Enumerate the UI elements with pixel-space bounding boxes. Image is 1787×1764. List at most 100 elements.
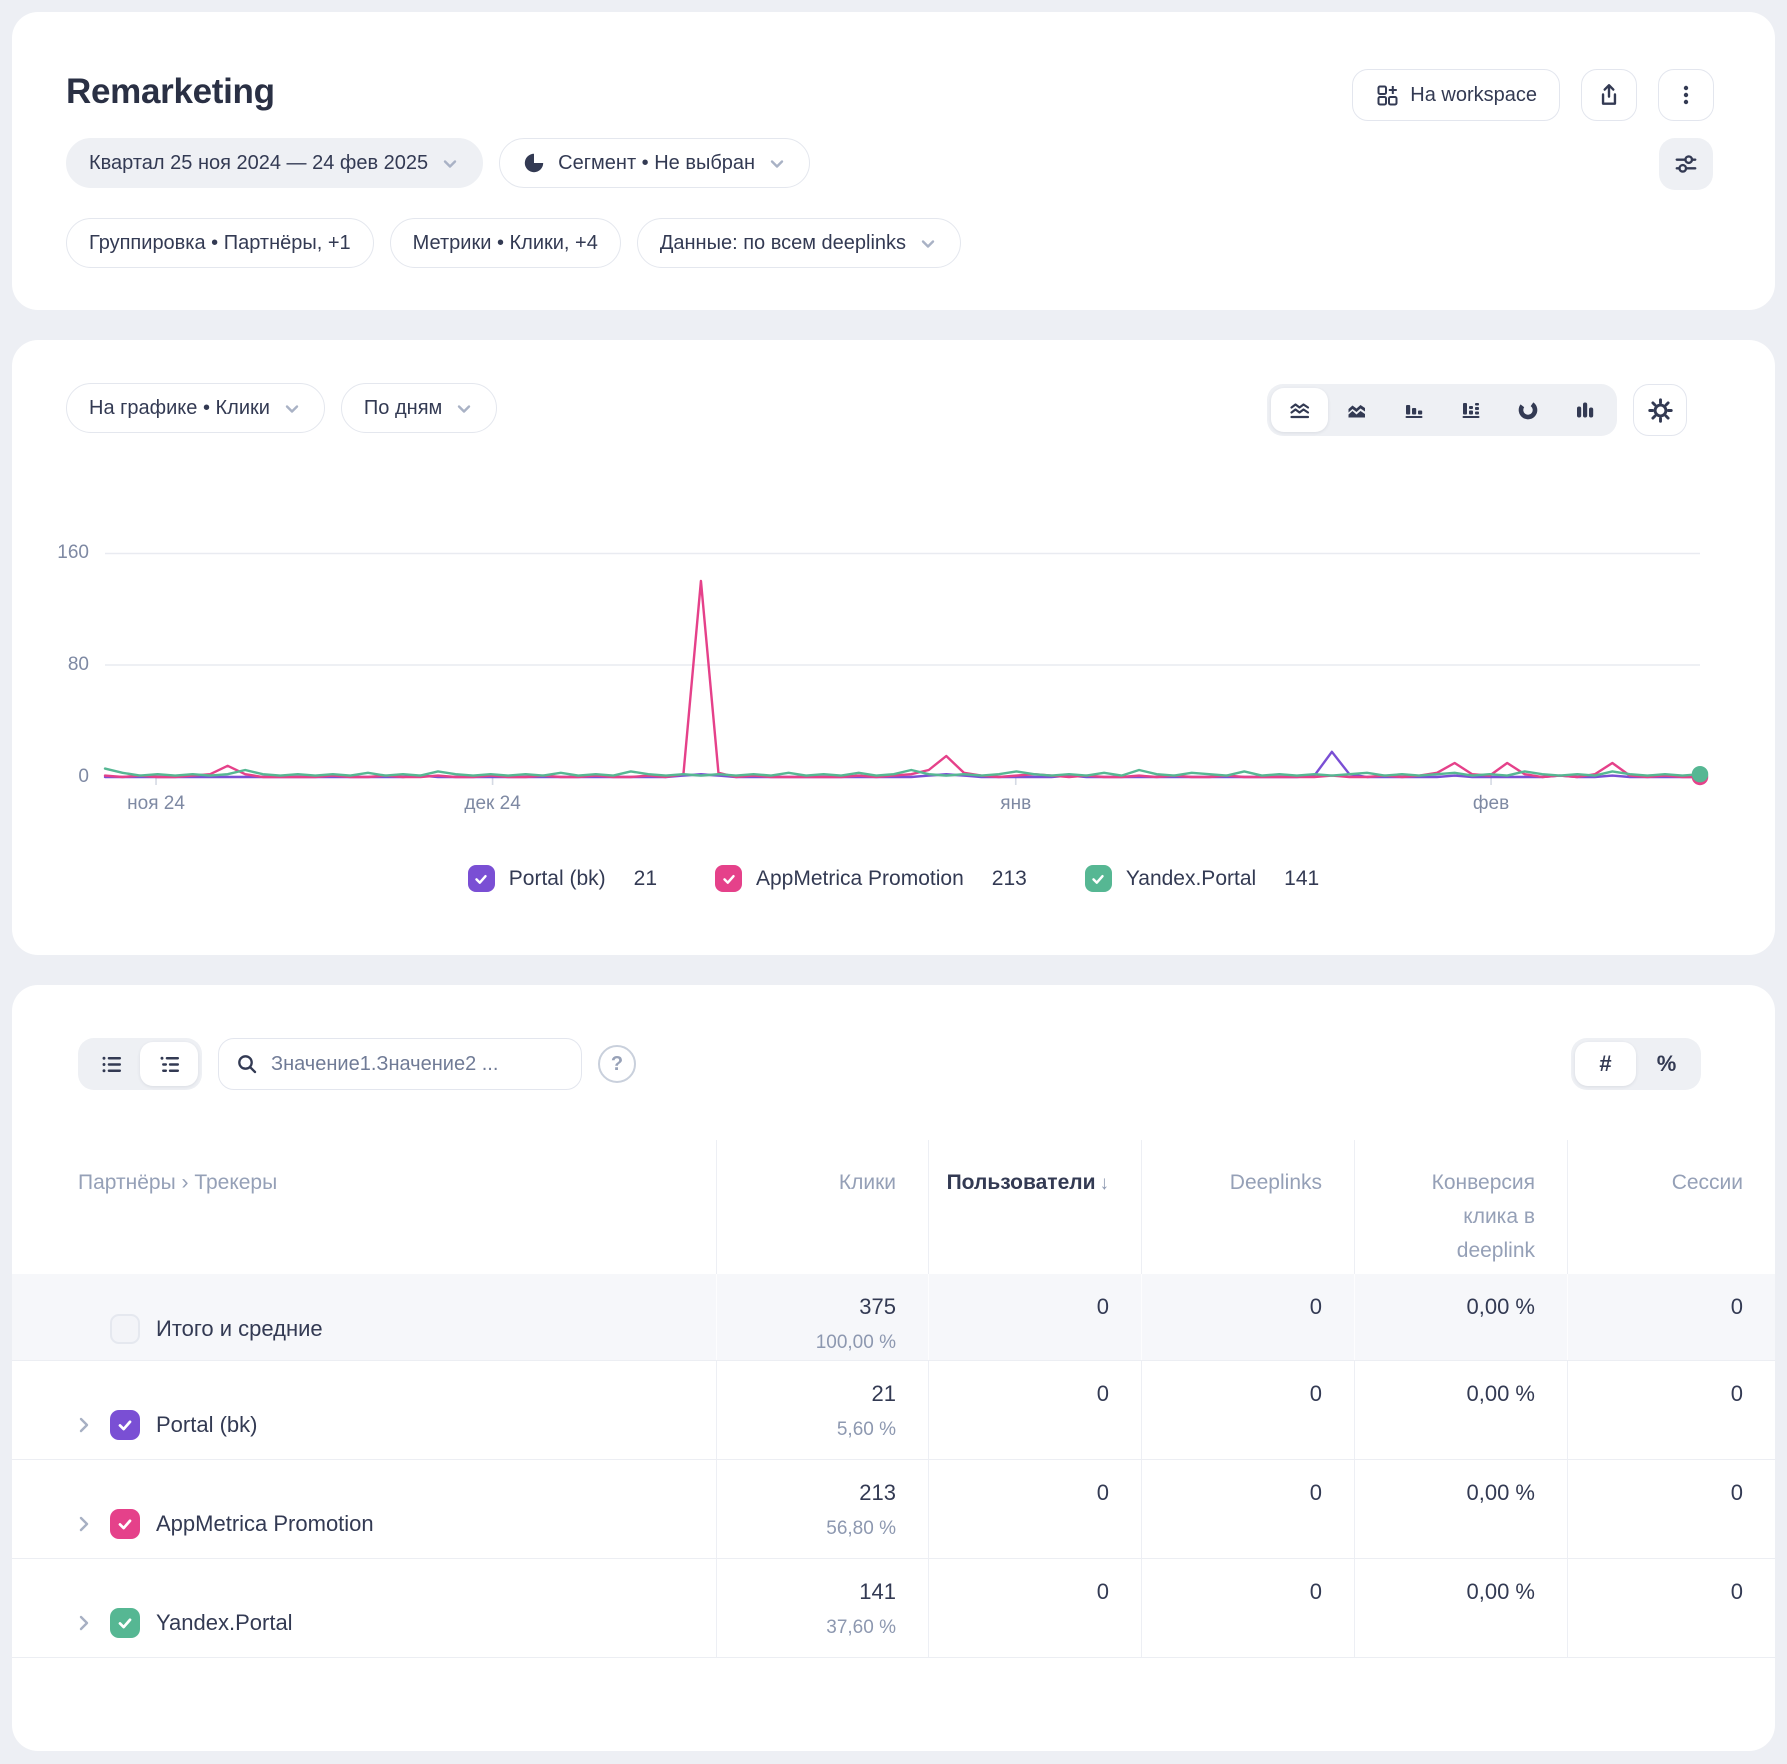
filter-settings-button[interactable] [1659, 138, 1713, 190]
search-icon [235, 1052, 259, 1076]
segment-pie-icon [522, 151, 546, 175]
x-tick-label: фев [1473, 793, 1509, 815]
absolute-values-button[interactable]: # [1575, 1042, 1636, 1086]
chart-type-bar-button[interactable] [1385, 388, 1442, 432]
column-header-clicks[interactable]: Клики [716, 1140, 928, 1274]
chart-controls: На графике • Клики По дням [66, 383, 497, 433]
table-view-switcher [78, 1038, 202, 1090]
table-row-totals: Итого и средние 375100,00 % 0 0 0,00 % 0 [12, 1274, 1775, 1360]
row-name[interactable]: Portal (bk) [156, 1412, 257, 1438]
column-header-users[interactable]: Пользователи↓ [928, 1140, 1141, 1274]
data-scope-label: Данные: по всем deeplinks [660, 232, 906, 255]
x-tick-label: янв [1000, 793, 1031, 815]
clicks-percent: 56,80 % [717, 1518, 896, 1540]
chart-granularity-chip[interactable]: По дням [341, 383, 497, 433]
chart-type-stacked-bar-button[interactable] [1442, 388, 1499, 432]
metrics-label: Метрики • Клики, +4 [413, 232, 598, 255]
kebab-menu-icon [1674, 83, 1698, 107]
percent-values-button[interactable]: % [1636, 1042, 1697, 1086]
share-button[interactable] [1581, 69, 1637, 121]
grouping-label: Группировка • Партнёры, +1 [89, 232, 351, 255]
tree-list-view-button[interactable] [140, 1042, 198, 1086]
workspace-button[interactable]: На workspace [1352, 69, 1560, 121]
period-chip[interactable]: Квартал 25 ноя 2024 — 24 фев 2025 [66, 138, 483, 188]
legend-checkbox-yandex-portal[interactable] [1085, 865, 1112, 892]
help-button[interactable]: ? [598, 1045, 636, 1083]
add-to-workspace-icon [1375, 83, 1399, 107]
conversion-value: 0,00 % [1354, 1274, 1567, 1360]
sessions-value: 0 [1567, 1460, 1775, 1558]
bar-chart-icon [1402, 398, 1426, 422]
legend-checkbox-portal[interactable] [468, 865, 495, 892]
search-input[interactable] [271, 1053, 565, 1076]
data-scope-chip[interactable]: Данные: по всем deeplinks [637, 218, 961, 268]
column-header-conversion[interactable]: Конверсия клика в deeplink [1354, 1140, 1567, 1274]
column-header-partners-trackers[interactable]: Партнёры › Трекеры [12, 1140, 716, 1274]
legend-label: Yandex.Portal [1126, 867, 1256, 891]
legend-value: 213 [992, 867, 1027, 891]
totals-checkbox[interactable] [110, 1314, 140, 1344]
row-name[interactable]: AppMetrica Promotion [156, 1511, 374, 1537]
filter-row-2: Группировка • Партнёры, +1 Метрики • Кли… [66, 218, 961, 268]
column-header-deeplinks[interactable]: Deeplinks [1141, 1140, 1354, 1274]
clicks-value: 375 [717, 1294, 896, 1320]
deeplinks-value: 0 [1141, 1361, 1354, 1459]
legend-label: AppMetrica Promotion [756, 867, 964, 891]
percent-icon: % [1657, 1051, 1677, 1077]
y-axis-tick: 0 [78, 766, 89, 788]
grouping-chip[interactable]: Группировка • Партнёры, +1 [66, 218, 374, 268]
expand-row-icon[interactable] [72, 1512, 110, 1536]
chart-type-area-button[interactable] [1328, 388, 1385, 432]
clicks-percent: 5,60 % [717, 1419, 896, 1441]
legend-item-portal[interactable]: Portal (bk) 21 [468, 865, 657, 892]
more-menu-button[interactable] [1658, 69, 1714, 121]
expand-row-icon[interactable] [72, 1413, 110, 1437]
chart-metric-label: На графике • Клики [89, 397, 270, 420]
conversion-value: 0,00 % [1354, 1460, 1567, 1558]
column-header-sessions[interactable]: Сессии [1567, 1140, 1775, 1274]
legend-item-yandex-portal[interactable]: Yandex.Portal 141 [1085, 865, 1319, 892]
header-actions: На workspace [1352, 69, 1714, 121]
line-chart: 160 80 0 ноя 24дек 24янвфев [105, 553, 1700, 777]
clicks-value: 21 [717, 1381, 896, 1407]
hash-icon: # [1599, 1051, 1611, 1077]
filter-row-1: Квартал 25 ноя 2024 — 24 фев 2025 Сегмен… [66, 138, 810, 188]
chart-type-switcher [1267, 384, 1617, 436]
chart-type-pie-button[interactable] [1499, 388, 1556, 432]
table-row-appmetrica-promotion: AppMetrica Promotion 21356,80 % 0 0 0,00… [12, 1459, 1775, 1558]
chart-settings-button[interactable] [1633, 384, 1687, 436]
x-axis-labels: ноя 24дек 24янвфев [105, 793, 1700, 819]
chart-type-line-button[interactable] [1271, 388, 1328, 432]
stacked-bar-chart-icon [1459, 398, 1483, 422]
users-value: 0 [928, 1361, 1141, 1459]
report-table: Партнёры › Трекеры Клики Пользователи↓ D… [12, 1140, 1775, 1736]
sliders-icon [1673, 151, 1699, 177]
row-checkbox-appmetrica[interactable] [110, 1509, 140, 1539]
segment-chip[interactable]: Сегмент • Не выбран [499, 138, 810, 188]
metrics-chip[interactable]: Метрики • Клики, +4 [390, 218, 621, 268]
deeplinks-value: 0 [1141, 1460, 1354, 1558]
gear-icon [1648, 398, 1673, 423]
y-axis-tick: 160 [57, 542, 89, 564]
row-checkbox-portal[interactable] [110, 1410, 140, 1440]
chart-metric-chip[interactable]: На графике • Клики [66, 383, 325, 433]
row-name[interactable]: Yandex.Portal [156, 1610, 293, 1636]
page-title: Remarketing [66, 72, 275, 112]
sessions-value: 0 [1567, 1559, 1775, 1657]
chart-type-column-button[interactable] [1556, 388, 1613, 432]
users-value: 0 [928, 1460, 1141, 1558]
table-search [218, 1038, 582, 1090]
legend-checkbox-appmetrica[interactable] [715, 865, 742, 892]
column-chart-icon [1573, 398, 1597, 422]
y-axis-tick: 80 [68, 654, 89, 676]
flat-list-view-button[interactable] [82, 1042, 140, 1086]
legend-value: 141 [1284, 867, 1319, 891]
expand-row-icon[interactable] [72, 1611, 110, 1635]
row-checkbox-yandex-portal[interactable] [110, 1608, 140, 1638]
chart-svg [105, 553, 1700, 777]
table-header-row: Партнёры › Трекеры Клики Пользователи↓ D… [12, 1140, 1775, 1274]
legend-item-appmetrica-promotion[interactable]: AppMetrica Promotion 213 [715, 865, 1027, 892]
chart-legend: Portal (bk) 21 AppMetrica Promotion 213 … [12, 865, 1775, 892]
clicks-percent: 100,00 % [717, 1332, 896, 1354]
chevron-down-icon [918, 234, 938, 254]
